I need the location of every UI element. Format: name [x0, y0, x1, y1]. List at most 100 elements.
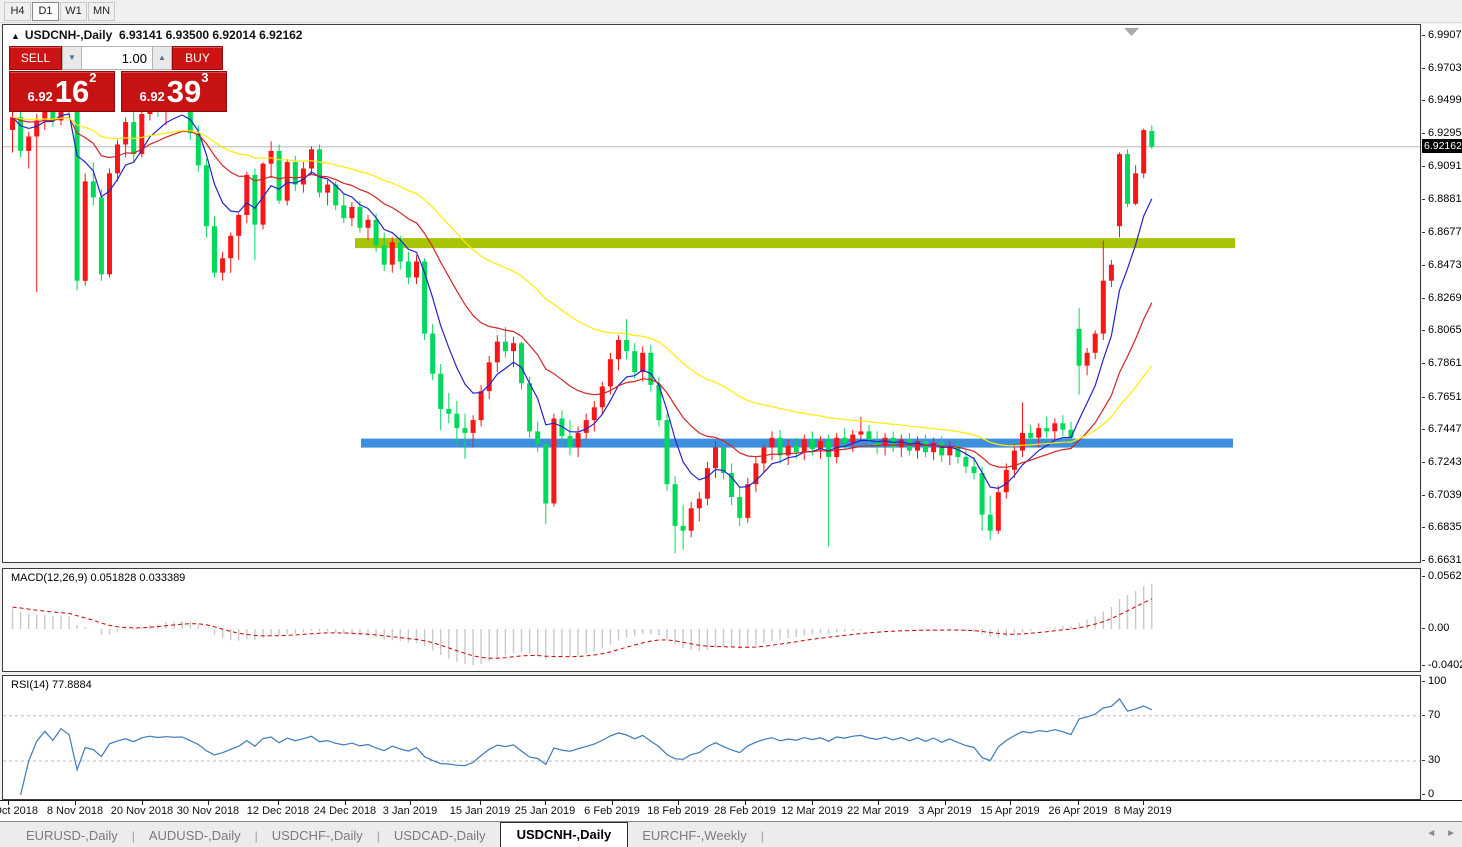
- chart-tab-eurusd[interactable]: EURUSD-,Daily: [12, 824, 132, 847]
- rsi-axis-label: 30: [1428, 754, 1441, 766]
- price-axis-label: 6.66310: [1428, 554, 1462, 566]
- price-axis-label: 6.97030: [1428, 62, 1462, 74]
- price-axis-tick: [1422, 133, 1425, 134]
- price-axis-tick: [1422, 265, 1425, 266]
- macd-signal-line: [12, 598, 1153, 659]
- rsi-axis-tick: [1422, 715, 1425, 716]
- chart-symbol-period: USDCNH-,Daily: [24, 28, 113, 42]
- timeframe-button-mn[interactable]: MN: [88, 1, 115, 21]
- buy-price-prefix: 6.92: [139, 89, 165, 104]
- macd-axis-label: 0.056211: [1428, 570, 1462, 582]
- price-axis-label: 6.84730: [1428, 259, 1462, 271]
- time-axis-label: 3 Jan 2019: [382, 805, 438, 817]
- macd-axis-label: 0.00: [1428, 622, 1450, 634]
- price-axis-label: 6.99070: [1428, 29, 1462, 41]
- sell-price-prefix: 6.92: [27, 89, 53, 104]
- chart-tab-usdchf[interactable]: USDCHF-,Daily: [258, 824, 377, 847]
- price-axis-label: 6.86770: [1428, 226, 1462, 238]
- price-axis-label: 6.92950: [1428, 127, 1462, 139]
- moving-average-slow: [12, 116, 1153, 447]
- buy-button[interactable]: BUY: [172, 46, 223, 70]
- moving-average-fast: [12, 113, 1153, 490]
- tab-scroll-left-icon[interactable]: ◄: [1426, 828, 1436, 839]
- macd-label: MACD(12,26,9) 0.051828 0.033389: [11, 572, 186, 584]
- price-axis-label: 6.70390: [1428, 489, 1462, 501]
- price-axis-tick: [1422, 100, 1425, 101]
- price-axis-tick: [1422, 35, 1425, 36]
- price-axis-tick: [1422, 330, 1425, 331]
- rsi-axis-tick: [1422, 760, 1425, 761]
- volume-increase-button[interactable]: ▲: [152, 46, 172, 70]
- collapse-triangle-icon[interactable]: ▲: [11, 31, 20, 41]
- price-axis-tick: [1422, 166, 1425, 167]
- macd-axis-tick: [1422, 576, 1425, 577]
- price-axis-tick: [1422, 429, 1425, 430]
- tab-scroll-right-icon[interactable]: ►: [1446, 828, 1456, 839]
- time-axis[interactable]: 29 Oct 20188 Nov 201820 Nov 201830 Nov 2…: [0, 800, 1462, 821]
- chart-tab-usdcad[interactable]: USDCAD-,Daily: [380, 824, 500, 847]
- timeframe-button-d1[interactable]: D1: [32, 1, 59, 21]
- rsi-line: [20, 697, 1153, 796]
- price-axis-label: 6.68350: [1428, 521, 1462, 533]
- chart-tab-bar: EURUSD-,Daily | AUDUSD-,Daily | USDCHF-,Dail…: [0, 821, 1462, 847]
- sell-button[interactable]: SELL: [9, 46, 62, 70]
- price-axis-tick: [1422, 397, 1425, 398]
- price-axis-tick: [1422, 363, 1425, 364]
- tab-separator: |: [760, 829, 764, 843]
- time-axis-label: 8 May 2019: [1114, 805, 1172, 817]
- price-axis-label: 6.72430: [1428, 456, 1462, 468]
- price-axis-label: 6.90910: [1428, 160, 1462, 172]
- volume-decrease-button[interactable]: ▼: [62, 46, 82, 70]
- rsi-axis-label: 100: [1428, 675, 1447, 687]
- price-axis[interactable]: 6.99070 6.97030 6.94990 6.92950 6.90910 6.888…: [1422, 24, 1462, 800]
- time-axis-label: 30 Nov 2018: [176, 805, 240, 817]
- buy-price-big: 39: [166, 74, 202, 109]
- application-window: H4 D1 W1 MN ▲ USDCNH-,Daily 6.93141 6.93500 …: [0, 0, 1462, 847]
- chart-tab-audusd[interactable]: AUDUSD-,Daily: [135, 824, 255, 847]
- main-chart-panel[interactable]: ▲ USDCNH-,Daily 6.93141 6.93500 6.92014 6…: [2, 24, 1421, 563]
- buy-price-quote[interactable]: 6.92 39 3: [121, 70, 227, 112]
- one-click-trade-panel: SELL ▼ ▲ BUY 6.92162 6.92393: [9, 46, 229, 112]
- price-axis-label: 6.82690: [1428, 292, 1462, 304]
- rsi-axis-label: 70: [1428, 709, 1441, 721]
- chart-tab-eurchf[interactable]: EURCHF-,Weekly: [628, 824, 761, 847]
- moving-average-medium: [12, 116, 1153, 468]
- macd-histogram: [11, 583, 1153, 666]
- price-axis-tick: [1422, 527, 1425, 528]
- price-axis-tick: [1422, 232, 1425, 233]
- price-axis-tick: [1422, 298, 1425, 299]
- price-axis-label: 6.94990: [1428, 94, 1462, 106]
- chart-title: ▲ USDCNH-,Daily 6.93141 6.93500 6.92014 6…: [11, 28, 302, 42]
- rsi-axis-tick: [1422, 681, 1425, 682]
- macd-chart[interactable]: [3, 569, 1420, 671]
- price-axis-tick: [1422, 199, 1425, 200]
- rsi-chart[interactable]: [3, 676, 1420, 799]
- macd-values: 0.051828 0.033389: [90, 572, 186, 584]
- rsi-axis-tick: [1422, 794, 1425, 795]
- macd-indicator-panel[interactable]: MACD(12,26,9) 0.051828 0.033389: [2, 568, 1421, 672]
- buy-price-superscript: 3: [201, 70, 209, 85]
- price-axis-label: 6.88810: [1428, 193, 1462, 205]
- rsi-label: RSI(14) 77.8884: [11, 679, 92, 691]
- rsi-indicator-panel[interactable]: RSI(14) 77.8884: [2, 675, 1421, 800]
- timeframe-button-w1[interactable]: W1: [60, 1, 87, 21]
- rsi-axis-label: 0: [1428, 788, 1435, 800]
- candles: [10, 82, 1155, 554]
- macd-axis-label: -0.040218: [1428, 659, 1462, 671]
- chart-tab-usdcnh[interactable]: USDCNH-,Daily: [499, 822, 629, 847]
- sell-price-quote[interactable]: 6.92 16 2: [9, 70, 115, 112]
- price-axis-label: 6.76510: [1428, 391, 1462, 403]
- price-axis-tick: [1422, 560, 1425, 561]
- price-axis-tick: [1422, 68, 1425, 69]
- price-axis-tick: [1422, 495, 1425, 496]
- sell-price-big: 16: [54, 74, 90, 109]
- macd-axis-tick: [1422, 665, 1425, 666]
- autoscroll-marker-icon[interactable]: [1124, 28, 1139, 36]
- timeframe-button-h4[interactable]: H4: [4, 1, 31, 21]
- price-axis-tick: [1422, 462, 1425, 463]
- timeframe-toolbar: H4 D1 W1 MN: [0, 0, 1462, 23]
- current-price-tag: 6.92162: [1422, 139, 1462, 153]
- macd-axis-tick: [1422, 628, 1425, 629]
- sell-price-superscript: 2: [89, 70, 97, 85]
- chart-ohlc-values: 6.93141 6.93500 6.92014 6.92162: [118, 28, 303, 42]
